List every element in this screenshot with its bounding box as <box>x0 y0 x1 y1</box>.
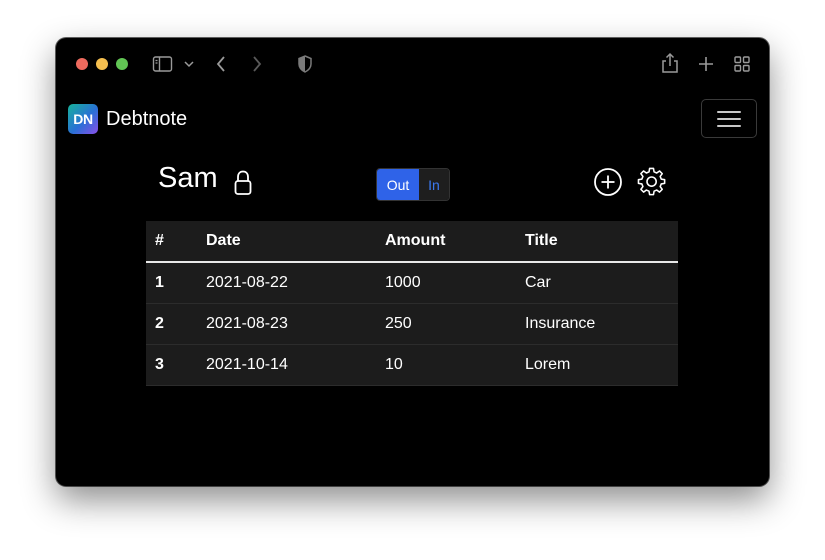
row-title: Insurance <box>525 315 596 332</box>
column-header-number[interactable]: # <box>155 221 164 261</box>
browser-window: DN Debtnote Sam Out In # Date Amount Tit… <box>56 38 769 486</box>
row-number: 1 <box>155 274 164 291</box>
table-row[interactable]: 3 2021-10-14 10 Lorem <box>146 345 678 386</box>
chevron-down-icon[interactable] <box>183 59 195 69</box>
toggle-in-label: In <box>428 176 440 193</box>
hamburger-icon <box>717 111 741 113</box>
row-amount: 1000 <box>385 274 421 291</box>
row-date: 2021-08-23 <box>206 315 288 332</box>
toggle-in-button[interactable]: In <box>419 169 449 200</box>
maximize-window-button[interactable] <box>116 58 128 70</box>
navbar-brand[interactable]: DN Debtnote <box>68 104 187 134</box>
menu-toggle-button[interactable] <box>701 99 757 138</box>
table-header: # Date Amount Title <box>146 221 678 263</box>
direction-toggle: Out In <box>376 168 450 201</box>
table-row[interactable]: 1 2021-08-22 1000 Car <box>146 263 678 304</box>
forward-icon[interactable] <box>250 54 264 74</box>
toggle-out-button[interactable]: Out <box>377 169 419 200</box>
user-name: Sam <box>158 162 218 194</box>
hamburger-icon-bar <box>717 118 741 120</box>
brand-name: Debtnote <box>106 107 188 130</box>
row-title: Car <box>525 274 551 291</box>
minimize-window-button[interactable] <box>96 58 108 70</box>
debts-table: # Date Amount Title 1 2021-08-22 1000 Ca… <box>146 221 678 386</box>
gear-icon[interactable] <box>637 167 667 197</box>
tab-overview-icon[interactable] <box>733 55 751 73</box>
row-date: 2021-10-14 <box>206 356 288 373</box>
plus-circle-icon[interactable] <box>593 167 623 197</box>
browser-titlebar <box>56 38 769 90</box>
new-tab-icon[interactable] <box>697 55 715 73</box>
row-date: 2021-08-22 <box>206 274 288 291</box>
column-header-date[interactable]: Date <box>206 221 241 261</box>
brand-logo-text: DN <box>73 111 93 127</box>
shield-icon[interactable] <box>296 54 314 74</box>
brand-logo: DN <box>68 104 98 134</box>
table-row[interactable]: 2 2021-08-23 250 Insurance <box>146 304 678 345</box>
share-icon[interactable] <box>661 52 679 74</box>
toggle-out-label: Out <box>386 176 410 193</box>
back-icon[interactable] <box>214 54 228 74</box>
column-header-title[interactable]: Title <box>525 221 558 261</box>
sidebar-icon[interactable] <box>152 55 174 73</box>
row-title: Lorem <box>525 356 571 373</box>
row-amount: 10 <box>385 356 403 373</box>
column-header-amount[interactable]: Amount <box>385 221 445 261</box>
row-amount: 250 <box>385 315 412 332</box>
close-window-button[interactable] <box>76 58 88 70</box>
row-number: 2 <box>155 315 164 332</box>
lock-icon[interactable] <box>233 169 253 197</box>
hamburger-icon-bar <box>717 125 741 127</box>
row-number: 3 <box>155 356 164 373</box>
